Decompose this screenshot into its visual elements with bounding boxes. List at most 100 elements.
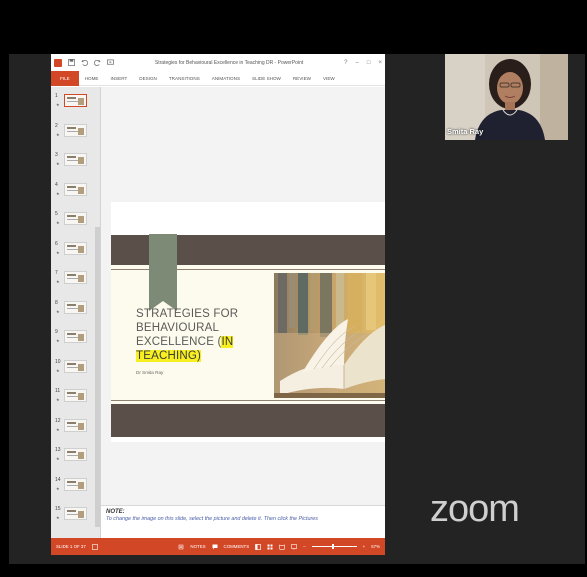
participant-video-tile[interactable]: Smita Ray xyxy=(445,54,568,140)
thumbnail-content xyxy=(78,186,84,194)
notes-pane[interactable]: NOTE: To change the image on this slide,… xyxy=(101,505,385,538)
zoom-in-button[interactable]: + xyxy=(363,544,366,549)
zoom-out-button[interactable]: – xyxy=(303,544,305,549)
slide-thumbnail[interactable]: 11 ★ xyxy=(51,387,101,415)
thumbnail-number: 10 xyxy=(55,358,61,365)
title-line: BEHAVIOURAL xyxy=(136,322,220,334)
thumbnail-number: 15 xyxy=(55,506,61,512)
animation-star-icon: ★ xyxy=(56,397,60,402)
tab-review[interactable]: REVIEW xyxy=(287,71,317,86)
thumbnail-content xyxy=(78,245,84,253)
thumbnail-image xyxy=(64,418,87,432)
animation-star-icon: ★ xyxy=(56,515,60,520)
animation-star-icon: ★ xyxy=(56,456,60,461)
normal-view-icon[interactable] xyxy=(255,543,262,550)
comments-button[interactable]: COMMENTS xyxy=(224,544,250,549)
zoom-level[interactable]: 67% xyxy=(371,544,380,549)
slide-thumbnail[interactable]: 10 ★ xyxy=(51,358,101,386)
slide-thumbnail[interactable]: 13 ★ xyxy=(51,446,101,474)
thumbnail-content xyxy=(78,157,84,164)
tab-animations[interactable]: ANIMATIONS xyxy=(206,71,246,86)
animation-star-icon: ★ xyxy=(56,102,60,107)
slide-thumbnail[interactable]: 9 ★ xyxy=(51,328,101,356)
zoom-meeting-window: Strategies for Behavioural Excellence in… xyxy=(0,0,587,577)
thumbnail-image xyxy=(64,300,87,314)
current-slide[interactable]: STRATEGIES FOR BEHAVIOURAL EXCELLENCE (I… xyxy=(111,202,385,442)
slide-thumbnail[interactable]: 15 ★ xyxy=(51,505,101,533)
tab-file[interactable]: FILE xyxy=(51,70,79,86)
thumbnail-content xyxy=(67,244,76,247)
zoom-slider[interactable] xyxy=(311,544,357,549)
close-button[interactable]: × xyxy=(378,60,382,66)
animation-star-icon: ★ xyxy=(56,308,60,314)
thumbnail-number: 5 xyxy=(55,211,58,217)
start-slideshow-icon[interactable] xyxy=(107,59,114,66)
save-icon[interactable] xyxy=(68,59,75,66)
tab-transitions[interactable]: TRANSITIONS xyxy=(163,71,206,86)
tab-home[interactable]: HOME xyxy=(79,71,105,86)
slide-sorter-icon[interactable] xyxy=(267,544,273,550)
thumbnail-content xyxy=(78,127,84,135)
redo-icon[interactable] xyxy=(94,59,101,66)
thumbnail-image xyxy=(64,330,87,343)
slide-thumbnail[interactable]: 1 ★ xyxy=(51,92,101,120)
slide-thumbnail[interactable]: 7 ★ xyxy=(51,269,101,297)
thumbnail-content xyxy=(78,304,84,312)
thumbnail-image xyxy=(64,182,87,196)
slide-thumbnail[interactable]: 6 ★ xyxy=(51,240,101,268)
slide-thumbnail[interactable]: 3 ★ xyxy=(51,151,101,179)
open-book-picture[interactable] xyxy=(274,273,385,398)
slide-thumbnail[interactable]: 4 ★ xyxy=(51,181,101,209)
thumbnail-content xyxy=(78,511,84,518)
slide-thumbnail[interactable]: 2 ★ xyxy=(51,122,101,150)
slide-thumbnail[interactable]: 14 ★ xyxy=(51,476,101,504)
animation-star-icon: ★ xyxy=(56,131,60,137)
thumbnail-image xyxy=(64,123,87,137)
slideshow-view-icon[interactable] xyxy=(291,543,297,550)
spell-check-icon[interactable] xyxy=(91,543,98,550)
document-title: Strategies for Behavioural Excellence in… xyxy=(154,59,304,66)
thumbnail-number: 12 xyxy=(55,417,61,424)
slide-title[interactable]: STRATEGIES FOR BEHAVIOURAL EXCELLENCE (I… xyxy=(136,307,256,363)
thumbnail-image xyxy=(64,212,87,225)
title-line: TEACHING) xyxy=(136,349,256,363)
tab-insert[interactable]: INSERT xyxy=(104,71,133,86)
undo-icon[interactable] xyxy=(81,59,88,66)
thumbnail-content xyxy=(67,421,76,424)
slide-author[interactable]: Dr Smita Ray xyxy=(136,370,163,375)
quick-access-toolbar xyxy=(54,58,114,67)
animation-star-icon: ★ xyxy=(56,249,60,255)
thumbnail-number: 2 xyxy=(55,122,58,129)
thumbnail-content xyxy=(78,216,84,223)
maximize-button[interactable]: □ xyxy=(367,60,371,66)
notes-button[interactable]: NOTES xyxy=(190,544,205,549)
thumbnail-content xyxy=(67,303,76,306)
thumbnail-content xyxy=(67,480,76,483)
animation-star-icon: ★ xyxy=(56,367,60,373)
tab-view[interactable]: VIEW xyxy=(317,71,341,86)
minimize-button[interactable]: – xyxy=(356,60,359,66)
slide-thumbnail-pane[interactable]: 1 ★ 2 ★ 3 ★ 4 ★ 5 ★ 6 ★ 7 ★ 8 ★ 9 ★ 10 ★ 11 ★ 12 ★ 13 ★ 14 ★ 15 ★ xyxy=(51,87,101,538)
title-text: EXCELLENCE ( xyxy=(136,336,222,348)
thumbnail-content xyxy=(67,126,76,129)
thumbnail-content xyxy=(78,334,84,341)
animation-star-icon: ★ xyxy=(56,161,60,166)
slide-thumbnail[interactable]: 12 ★ xyxy=(51,417,101,445)
title-line: STRATEGIES FOR xyxy=(136,308,239,320)
help-button[interactable]: ? xyxy=(344,60,347,66)
slide-thumbnail[interactable]: 5 ★ xyxy=(51,210,101,238)
slide-thumbnail[interactable]: 8 ★ xyxy=(51,299,101,327)
notes-heading: NOTE: xyxy=(106,509,125,515)
tab-slide-show[interactable]: SLIDE SHOW xyxy=(246,71,287,86)
thumbnail-number: 14 xyxy=(55,476,61,483)
thumbnail-content xyxy=(67,215,76,217)
thumbnail-image xyxy=(64,477,87,491)
animation-star-icon: ★ xyxy=(56,190,60,196)
powerpoint-window: Strategies for Behavioural Excellence in… xyxy=(51,54,385,555)
notes-icon xyxy=(179,544,184,549)
reading-view-icon[interactable] xyxy=(279,544,285,550)
tab-design[interactable]: DESIGN xyxy=(133,71,163,86)
work-area: 1 ★ 2 ★ 3 ★ 4 ★ 5 ★ 6 ★ 7 ★ 8 ★ 9 ★ 10 ★ 11 ★ 12 ★ 13 ★ 14 ★ 15 ★ STR… xyxy=(51,87,385,538)
animation-star-icon: ★ xyxy=(56,485,60,491)
thumbnail-content xyxy=(67,97,76,99)
